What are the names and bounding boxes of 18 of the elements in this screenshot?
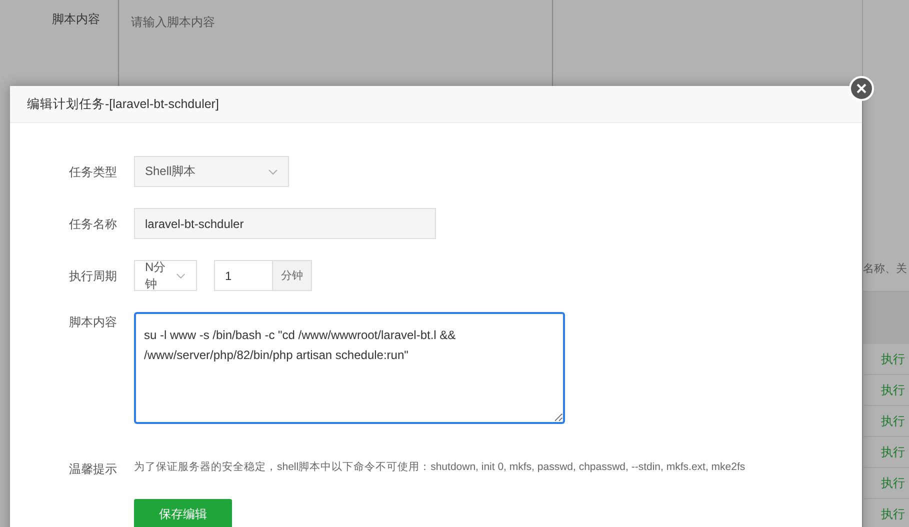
field-label: 执行周期 <box>68 268 117 285</box>
close-button[interactable] <box>849 76 874 101</box>
task-type-select[interactable]: Shell脚本 <box>134 156 289 187</box>
chevron-down-icon <box>176 272 186 278</box>
field-label: 任务类型 <box>68 164 117 181</box>
dialog-title: 编辑计划任务-[laravel-bt-schduler] <box>27 96 219 112</box>
field-label: 脚本内容 <box>51 11 100 28</box>
close-icon <box>856 83 867 94</box>
field-label: 脚本内容 <box>68 314 117 331</box>
script-textarea[interactable]: su -l www -s /bin/bash -c "cd /www/wwwroot/laravel-bt.l && /www/server/php/82/bin/php artisan schedule:run" <box>134 312 565 424</box>
unit-label: 分钟 <box>273 260 312 291</box>
chevron-down-icon <box>268 168 278 174</box>
hint-text: 为了保证服务器的安全稳定，shell脚本中以下命令不可使用：shutdown, init 0, mkfs, passwd, chpasswd, --stdin, mkfs.ext, mke2fs <box>134 460 746 474</box>
field-label: 温馨提示 <box>68 461 117 478</box>
minutes-input[interactable]: 1 <box>214 260 273 291</box>
field-label: 任务名称 <box>68 216 117 233</box>
task-name-input[interactable]: laravel-bt-schduler <box>134 208 436 239</box>
period-select[interactable]: N分钟 <box>134 260 197 291</box>
